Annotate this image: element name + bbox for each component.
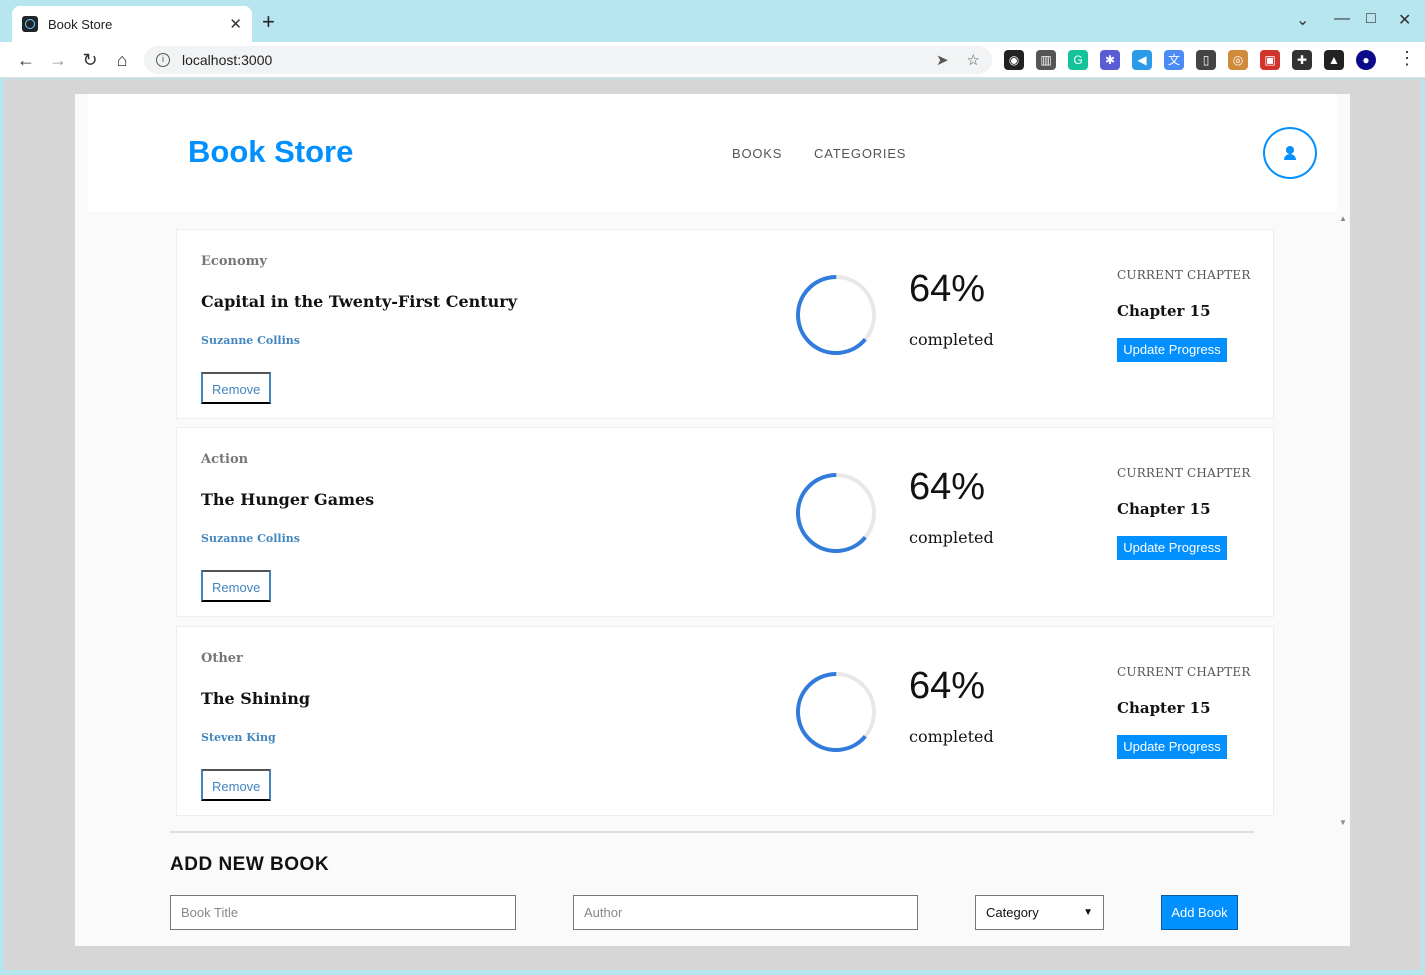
user-profile-button[interactable] — [1263, 127, 1317, 179]
book-title: The Hunger Games — [201, 490, 375, 509]
library-icon[interactable]: ▥ — [1036, 50, 1056, 70]
book-title: The Shining — [201, 689, 311, 708]
scrollbar[interactable]: ▲ ▼ — [1337, 212, 1350, 832]
chevron-down-icon: ▼ — [1083, 907, 1093, 918]
back-icon[interactable]: ← — [14, 48, 38, 72]
tab-search-icon[interactable]: ⌄ — [1296, 10, 1309, 30]
maximize-button[interactable]: □ — [1366, 10, 1376, 28]
book-title: Capital in the Twenty-First Century — [201, 292, 518, 311]
book-title-input[interactable] — [170, 895, 516, 930]
url-text[interactable]: localhost:3000 — [182, 52, 918, 68]
remove-button[interactable]: Remove — [201, 372, 272, 404]
current-chapter-label: CURRENT CHAPTER — [1117, 466, 1251, 480]
react-favicon-icon — [22, 16, 38, 32]
bookmark-icon[interactable]: ▯ — [1196, 50, 1216, 70]
book-category: Economy — [201, 254, 267, 269]
scroll-down-icon[interactable]: ▼ — [1339, 818, 1347, 827]
book-card: Action The Hunger Games Suzanne Collins … — [176, 427, 1274, 617]
update-progress-button[interactable]: Update Progress — [1117, 536, 1227, 560]
add-book-heading: ADD NEW BOOK — [170, 854, 330, 875]
category-select-value: Category — [986, 905, 1039, 920]
book-card: Economy Capital in the Twenty-First Cent… — [176, 229, 1274, 419]
current-chapter-label: CURRENT CHAPTER — [1117, 665, 1251, 679]
author-input[interactable] — [573, 895, 918, 930]
nav-link-books[interactable]: BOOKS — [732, 146, 782, 161]
progress-percent: 64% — [909, 665, 986, 707]
book-category: Other — [201, 651, 243, 666]
site-info-icon[interactable]: i — [156, 53, 170, 67]
send-icon[interactable]: ➤ — [936, 51, 949, 69]
new-tab-button[interactable]: + — [262, 10, 275, 34]
book-author[interactable]: Suzanne Collins — [201, 532, 300, 545]
progress-ring-icon — [796, 672, 877, 752]
progress-ring-icon — [796, 275, 877, 355]
browser-toolbar: ← → ↻ ⌂ i localhost:3000 ➤ ☆ ◉ ▥ G ✱ ◀ 文 ▯ ◎ ▣ ✚ ▲… — [0, 42, 1425, 78]
clickup-icon[interactable]: ◀ — [1132, 50, 1152, 70]
progress-percent: 64% — [909, 268, 986, 310]
home-icon[interactable]: ⌂ — [110, 48, 134, 72]
book-card: Other The Shining Steven King Remove 64%… — [176, 626, 1274, 816]
tab-title: Book Store — [48, 16, 113, 32]
close-window-button[interactable]: ✕ — [1398, 10, 1411, 30]
flask-icon[interactable]: ▲ — [1324, 50, 1344, 70]
logo[interactable]: Book Store — [188, 134, 353, 170]
user-icon — [1283, 146, 1297, 160]
browser-tab-bar: Book Store ✕ + ⌄ — □ ✕ — [0, 0, 1425, 42]
current-chapter-label: CURRENT CHAPTER — [1117, 268, 1251, 282]
browser-menu-icon[interactable]: ⋮ — [1398, 48, 1416, 69]
reload-icon[interactable]: ↻ — [78, 48, 102, 72]
progress-completed-label: completed — [909, 330, 994, 349]
owl-icon[interactable]: ◎ — [1228, 50, 1248, 70]
browser-tab[interactable]: Book Store ✕ — [12, 6, 252, 42]
asterisk-icon[interactable]: ✱ — [1100, 50, 1120, 70]
progress-completed-label: completed — [909, 727, 994, 746]
scroll-up-icon[interactable]: ▲ — [1339, 214, 1347, 223]
gallery-icon[interactable]: ▣ — [1260, 50, 1280, 70]
minimize-button[interactable]: — — [1334, 10, 1350, 28]
remove-button[interactable]: Remove — [201, 769, 272, 801]
forward-icon[interactable]: → — [46, 48, 70, 72]
progress-ring-icon — [796, 473, 877, 553]
rss-icon[interactable]: ◉ — [1004, 50, 1024, 70]
progress-percent: 64% — [909, 466, 986, 508]
nav-link-categories[interactable]: CATEGORIES — [814, 146, 906, 161]
divider — [170, 831, 1254, 833]
add-book-button[interactable]: Add Book — [1161, 895, 1238, 930]
current-chapter: Chapter 15 — [1117, 500, 1211, 518]
extensions-toolbar: ◉ ▥ G ✱ ◀ 文 ▯ ◎ ▣ ✚ ▲ ● — [1004, 50, 1376, 70]
site-header: Book Store BOOKS CATEGORIES — [88, 94, 1337, 212]
remove-button[interactable]: Remove — [201, 570, 272, 602]
grammarly-icon[interactable]: G — [1068, 50, 1088, 70]
address-bar[interactable]: i localhost:3000 ➤ ☆ — [144, 46, 992, 74]
translate-icon[interactable]: 文 — [1164, 50, 1184, 70]
page-viewport: Book Store BOOKS CATEGORIES Economy Capi… — [4, 79, 1421, 970]
profile-icon[interactable]: ● — [1356, 50, 1376, 70]
current-chapter: Chapter 15 — [1117, 699, 1211, 717]
current-chapter: Chapter 15 — [1117, 302, 1211, 320]
book-author[interactable]: Steven King — [201, 731, 276, 744]
tab-close-icon[interactable]: ✕ — [229, 15, 242, 33]
puzzle-icon[interactable]: ✚ — [1292, 50, 1312, 70]
book-category: Action — [201, 452, 249, 467]
page-container: Book Store BOOKS CATEGORIES Economy Capi… — [75, 94, 1350, 946]
book-author[interactable]: Suzanne Collins — [201, 334, 300, 347]
bookmark-star-icon[interactable]: ☆ — [967, 51, 980, 69]
update-progress-button[interactable]: Update Progress — [1117, 338, 1227, 362]
update-progress-button[interactable]: Update Progress — [1117, 735, 1227, 759]
category-select[interactable]: Category ▼ — [975, 895, 1104, 930]
progress-completed-label: completed — [909, 528, 994, 547]
